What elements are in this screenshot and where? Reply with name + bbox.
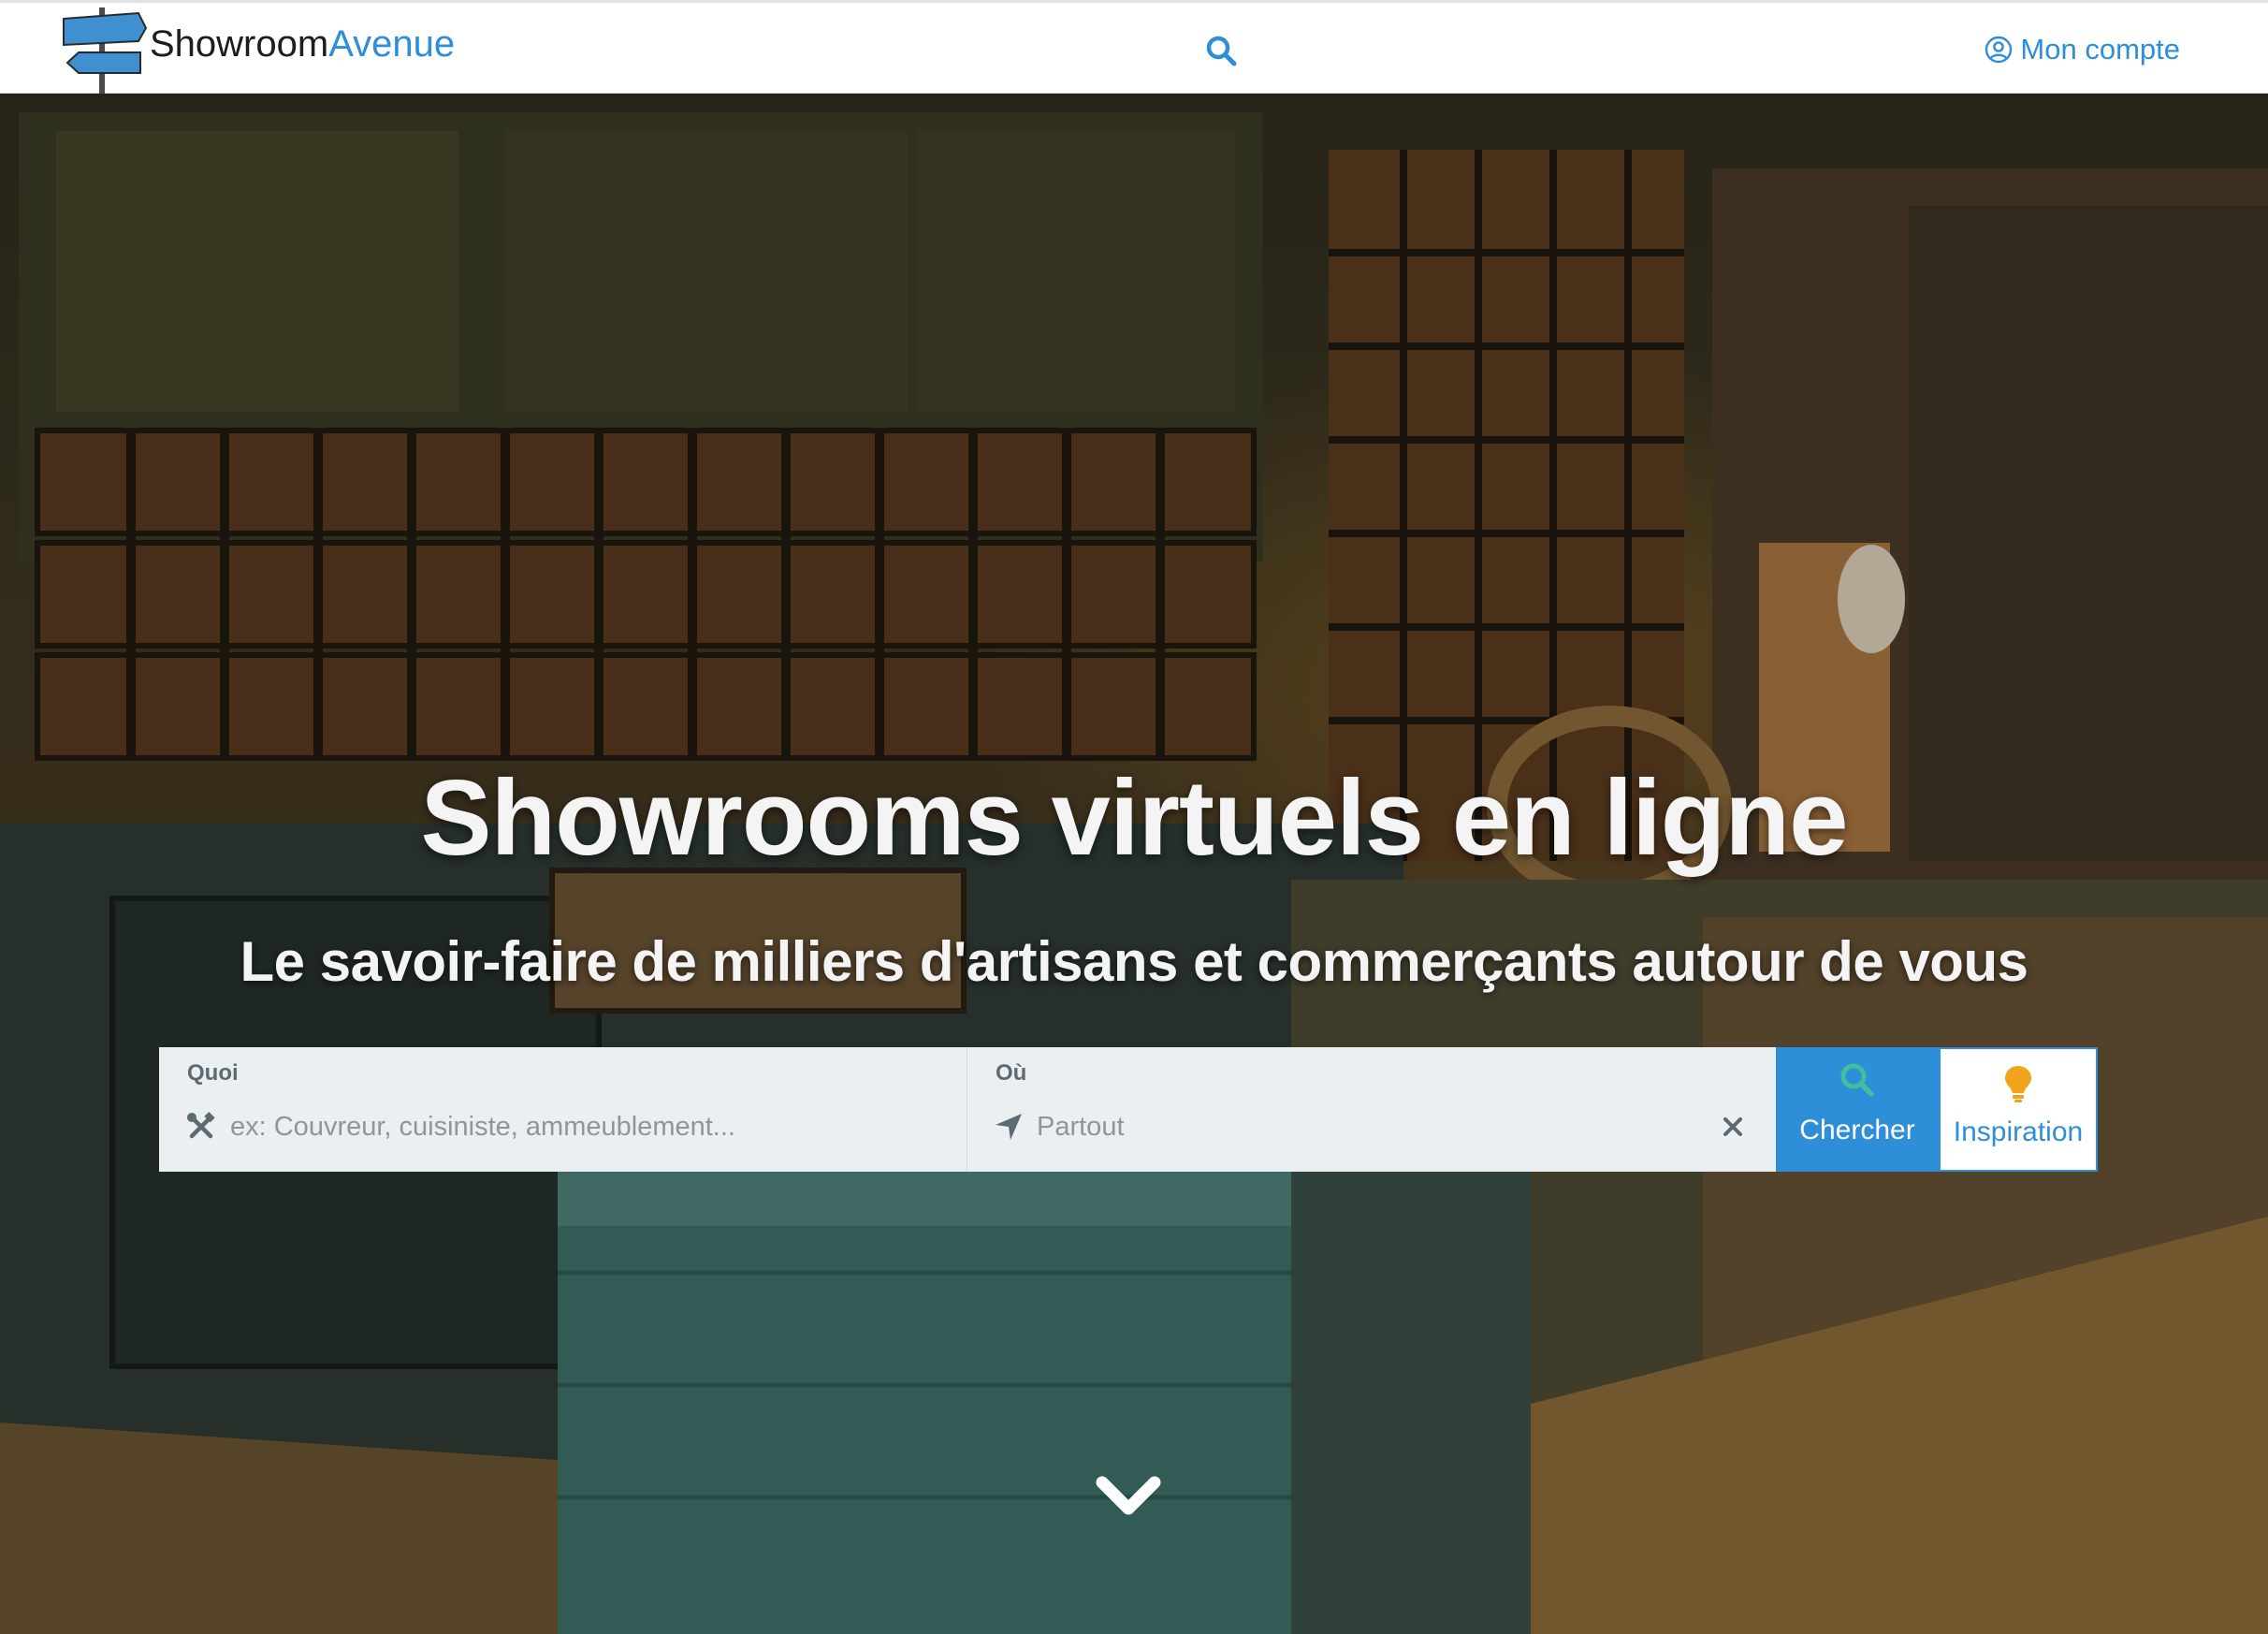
- brand-name: ShowroomAvenue: [150, 25, 455, 63]
- logo-link[interactable]: ShowroomAvenue: [58, 7, 455, 95]
- top-navigation-bar: ShowroomAvenue Mon compte: [0, 0, 2268, 94]
- search-form: Quoi Où: [159, 1047, 2098, 1172]
- clear-location-button[interactable]: [1716, 1110, 1750, 1144]
- scroll-down-button[interactable]: [1095, 1471, 1162, 1524]
- where-label: Où: [996, 1060, 1027, 1086]
- inspiration-button-label: Inspiration: [1953, 1116, 2084, 1147]
- where-input[interactable]: [1037, 1111, 1703, 1143]
- user-circle-icon: [1985, 36, 2013, 64]
- hero-section: Showrooms virtuels en ligne Le savoir-fa…: [0, 94, 2268, 1634]
- what-field[interactable]: Quoi: [159, 1047, 967, 1172]
- search-button[interactable]: Chercher: [1776, 1047, 1939, 1172]
- location-arrow-icon: [996, 1114, 1022, 1140]
- search-icon: [1840, 1063, 1874, 1097]
- tools-icon: [187, 1112, 215, 1139]
- brand-name-part-1: Showroom: [150, 23, 329, 65]
- search-icon: [1206, 36, 1237, 66]
- lightbulb-icon: [2005, 1066, 2031, 1102]
- header-search-button[interactable]: [1205, 35, 1237, 66]
- what-input[interactable]: [230, 1111, 940, 1143]
- account-label: Mon compte: [2020, 33, 2180, 66]
- hero-subtitle: Le savoir-faire de milliers d'artisans e…: [240, 930, 2028, 993]
- where-field[interactable]: Où: [967, 1047, 1776, 1172]
- account-link[interactable]: Mon compte: [1985, 33, 2180, 66]
- close-icon: [1723, 1117, 1742, 1136]
- hero-title: Showrooms virtuels en ligne: [420, 759, 1849, 878]
- what-label: Quoi: [187, 1060, 239, 1086]
- chevron-down-icon: [1096, 1476, 1161, 1515]
- brand-name-part-2: Avenue: [328, 23, 456, 65]
- inspiration-button[interactable]: Inspiration: [1939, 1047, 2098, 1172]
- search-button-label: Chercher: [1799, 1115, 1915, 1145]
- logo-signpost-icon: [63, 7, 148, 94]
